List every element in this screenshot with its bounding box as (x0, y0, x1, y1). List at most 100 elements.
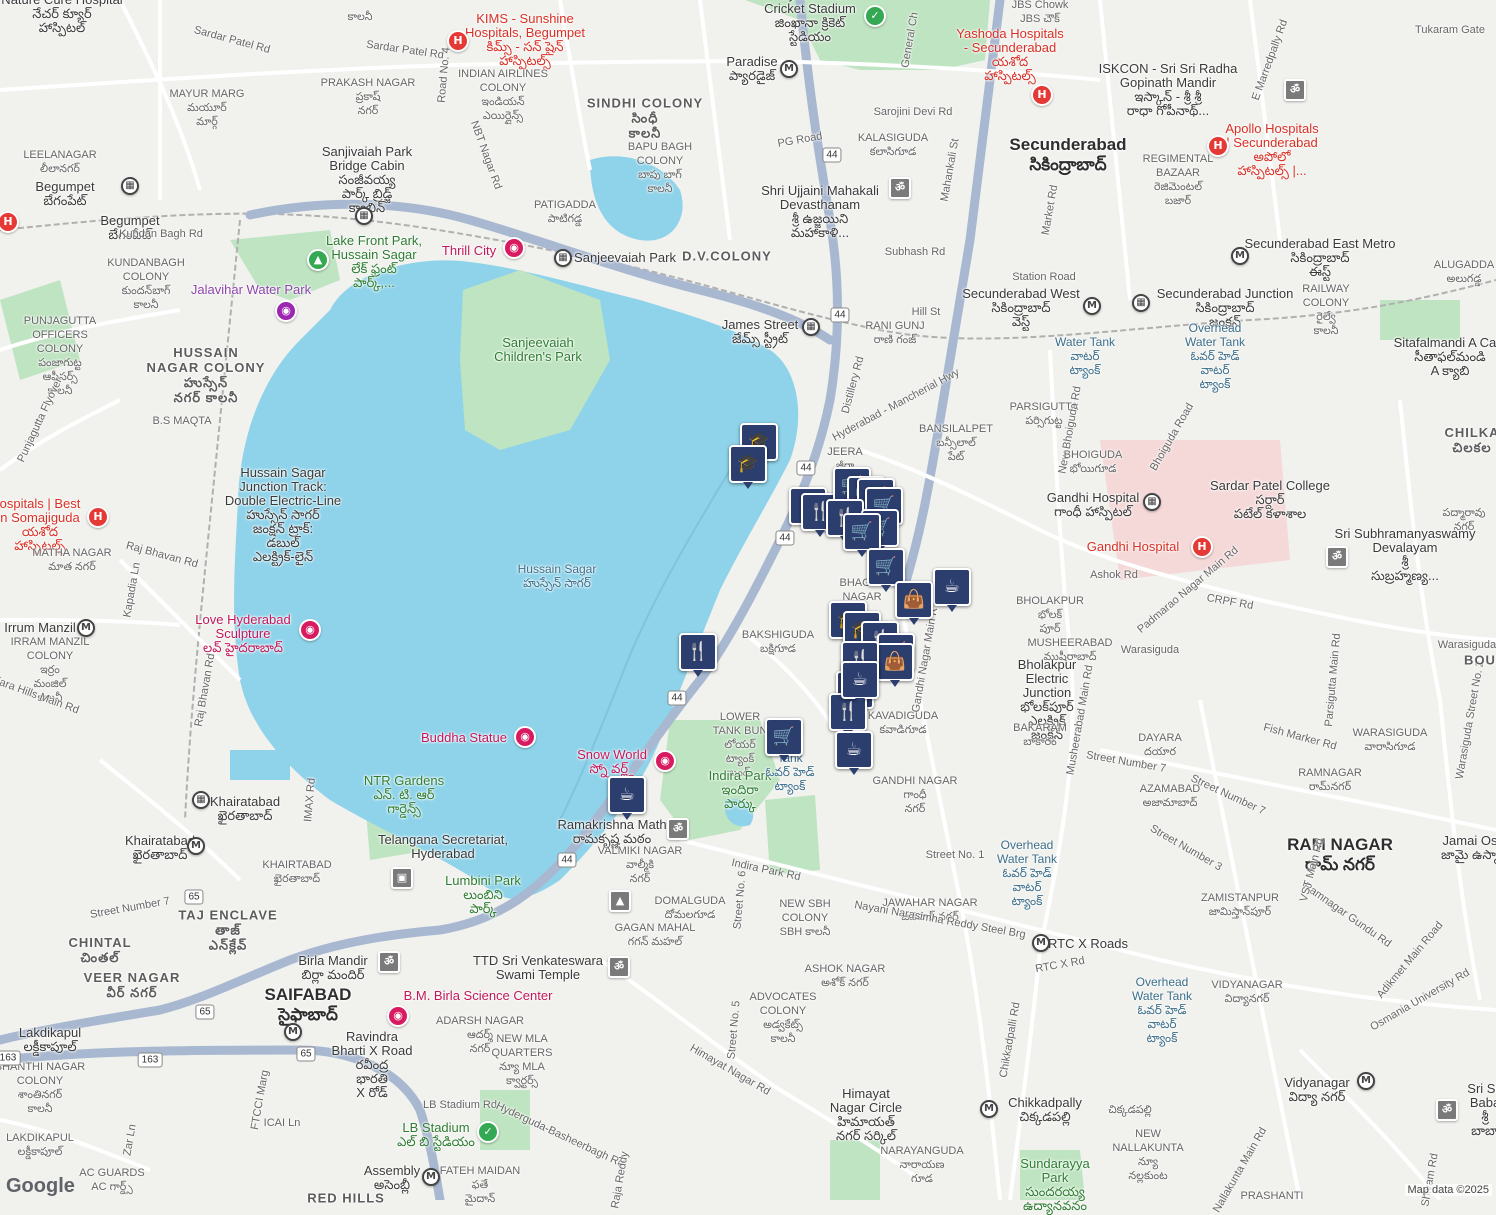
lbl-bou: BOU (1464, 652, 1496, 668)
lbl-lakdikapul: Lakdikapul లక్డీకాపూల్ (18, 1025, 82, 1054)
cafe-pin-icon[interactable]: ☕ (933, 568, 971, 612)
lbl-saifabad: SAIFABAD సైఫాబాద్ (264, 985, 352, 1024)
hospital-icon[interactable]: H (447, 30, 469, 52)
lbl-hill-st: Hill St (911, 306, 941, 318)
lbl-kundan-bagh: Kundan Bagh Rd (119, 228, 203, 240)
bag-pin-icon[interactable]: 👜 (895, 581, 933, 625)
government-icon[interactable]: ▣ (391, 867, 413, 889)
school-icon[interactable]: ▲ (609, 890, 631, 912)
route-shield-163: 163 (137, 1052, 163, 1068)
shop-pin-icon[interactable]: 🛒 (765, 718, 803, 762)
lbl-chikkadpalli-2: చిక్కడపల్లి (1108, 1104, 1152, 1116)
lbl-sri-subramanyaswamy: Sri Subhramanyaswamy Devalayam శ్రీ సుబ్… (1334, 526, 1476, 583)
train-icon[interactable]: ▦ (355, 207, 373, 225)
lbl-regimental: REGIMENTAL BAZAAR రెజిమెంటల్ బజార్ (1142, 153, 1214, 207)
lbl-sanjeevaiah-park: Sanjeevaiah Park (574, 250, 676, 265)
map-credit[interactable]: Map data ©2025 (1404, 1184, 1492, 1196)
lbl-khairatabad: Khairatabad ఖైరతాబాద్ (209, 794, 281, 823)
cafe-pin-icon[interactable]: ☕ (835, 731, 873, 775)
lbl-chikkadpally: Chikkadpally చిక్కడపల్లి (1008, 1095, 1082, 1124)
park-icon[interactable]: ▲ (307, 249, 329, 271)
lbl-bhoiguda: BHOIGUDA భోయిగూడ (1063, 449, 1123, 475)
lbl-gagan-mahal: GAGAN MAHAL గగన్ మహల్ (614, 922, 696, 948)
edu-pin-icon[interactable]: 🎓 (729, 445, 767, 489)
lbl-kalani: కాలనీ (347, 11, 373, 23)
train-icon[interactable]: ▦ (802, 318, 820, 336)
train-icon[interactable]: ▦ (1132, 294, 1150, 312)
lbl-valmiki: VALMIKI NAGAR వాల్మీకి నగర్ (597, 845, 683, 885)
lbl-bapu-bagh: BAPU BAGH COLONY బాపు బాగ్ కాలనీ (627, 141, 693, 195)
metro-icon[interactable]: M (1231, 247, 1249, 265)
lbl-iskcon: ISKCON - Sri Sri Radha Gopinath Mandir ఇ… (1098, 61, 1238, 118)
bag-pin-icon[interactable]: 👜 (876, 643, 914, 687)
metro-icon[interactable]: M (980, 1100, 998, 1118)
map-canvas[interactable] (0, 0, 1496, 1200)
lbl-bansilalpet: BANSILALPET బన్సీలాల్ పేట్ (919, 423, 993, 463)
hospital-icon[interactable]: H (1207, 135, 1229, 157)
temple-icon[interactable]: ॐ (1284, 79, 1306, 101)
lbl-red-hills: RED HILLS (307, 1190, 385, 1206)
metro-icon[interactable]: M (422, 1168, 440, 1186)
metro-icon[interactable]: M (77, 619, 95, 637)
attraction-icon[interactable]: ◉ (387, 1005, 409, 1027)
stadium-icon[interactable]: ✓ (477, 1121, 499, 1143)
temple-icon[interactable]: ॐ (1326, 546, 1348, 568)
lbl-begumpet: Begumpet బేగంపేట్ (35, 179, 95, 208)
cafe-pin-icon[interactable]: ☕ (608, 776, 646, 820)
lbl-bs-maqta: B.S MAQTA (152, 415, 212, 427)
cafe-pin-icon[interactable]: ☕ (841, 661, 879, 705)
lbl-indian-airlines: INDIAN AIRLINES COLONY ఇండియన్ ఎయిర్లైన్… (458, 68, 548, 122)
lbl-railway-colony: RAILWAY COLONY రైల్వే కాలనీ (1302, 283, 1350, 337)
metro-icon[interactable]: M (1083, 297, 1101, 315)
route-shield-65: 65 (296, 1046, 316, 1062)
lbl-secunderabad-west: Secunderabad West సికింద్రాబాద్ వెస్ట్ (962, 286, 1080, 329)
attraction-icon[interactable]: ◉ (503, 237, 525, 259)
attraction-icon[interactable]: ◉ (514, 726, 536, 748)
lbl-irrum: Irrum Manzil (4, 620, 76, 635)
metro-icon[interactable]: M (1032, 934, 1050, 952)
lbl-assembly: Assembly అసెంబ్లీ (363, 1163, 421, 1192)
lbl-jalavihar: Jalavihar Water Park (190, 282, 312, 297)
lbl-warasiguda-x: Warasiguda I (1437, 639, 1496, 651)
temple-icon[interactable]: ॐ (608, 956, 630, 978)
train-icon[interactable]: ▦ (192, 791, 210, 809)
lbl-overhead-1: Overhead Water Tank ఓవర్ హెడ్ వాటర్ ట్యా… (1184, 321, 1246, 391)
temple-icon[interactable]: ॐ (889, 177, 911, 199)
lbl-vidyanagar-2: Vidyanagar విద్యా నగర్ (1284, 1075, 1350, 1104)
attraction-icon[interactable]: ◉ (275, 300, 297, 322)
google-logo: Google (6, 1175, 75, 1197)
temple-icon[interactable]: ॐ (378, 951, 400, 973)
metro-icon[interactable]: M (1357, 1072, 1375, 1090)
lbl-hussain-sagar: Hussain Sagar హుస్సేన్ సాగర్ (517, 562, 597, 590)
lbl-new-mla: NEW MLA QUARTERS న్యూ MLA క్వార్టర్స్ (491, 1033, 553, 1087)
temple-icon[interactable]: ॐ (667, 818, 689, 840)
hospital-icon[interactable]: H (1191, 536, 1213, 558)
lbl-secunderabad: Secunderabad సికింద్రాబాద్ (1009, 135, 1127, 174)
attraction-icon[interactable]: ◉ (654, 750, 676, 772)
train-icon[interactable]: ▦ (121, 177, 139, 195)
lbl-khairatabad-2: Khairatabad ఖైరతాబాద్ (124, 833, 196, 862)
lbl-lb-stadium-rd: LB Stadium Rd (423, 1099, 497, 1111)
attraction-icon[interactable]: ◉ (299, 619, 321, 641)
metro-icon[interactable]: M (284, 1023, 302, 1041)
hospital-icon[interactable]: H (1031, 84, 1053, 106)
route-shield-44: 44 (775, 530, 795, 546)
hospital-icon[interactable]: H (87, 506, 109, 528)
lbl-hospitals-best: ospitals | Best n Somajiguda యశోద హాస్పి… (0, 496, 81, 553)
train-icon[interactable]: ▦ (1143, 493, 1161, 511)
lbl-icai: ICAI Ln (263, 1117, 301, 1129)
stadium-icon[interactable]: ✓ (864, 5, 886, 27)
metro-icon[interactable]: M (780, 60, 798, 78)
lbl-birla-mandir: Birla Mandir బిర్లా మందిర్ (298, 953, 368, 982)
lbl-lb-stadium: LB Stadium ఎల్ బి స్టేడియం (397, 1120, 475, 1149)
lbl-apollo: Apollo Hospitals | Secunderabad అపోలో హా… (1225, 121, 1319, 178)
food-pin-icon[interactable]: 🍴 (679, 633, 717, 677)
metro-icon[interactable]: M (187, 837, 205, 855)
lbl-vidyanagar: VIDYANAGAR విద్యానగర్ (1211, 979, 1283, 1005)
train-icon[interactable]: ▦ (554, 249, 572, 267)
lbl-bakshiguda: BAKSHIGUDA బక్షిగూడ (741, 629, 815, 655)
shop-pin-icon[interactable]: 🛒 (843, 513, 881, 557)
lbl-shanthi: SHANTHI NAGAR COLONY శాంతినగర్ కాలనీ (0, 1061, 86, 1115)
temple-icon[interactable]: ॐ (1436, 1099, 1458, 1121)
lbl-sri-baba: Sri Sh Baba శ్రీ బాబా (1467, 1081, 1496, 1138)
